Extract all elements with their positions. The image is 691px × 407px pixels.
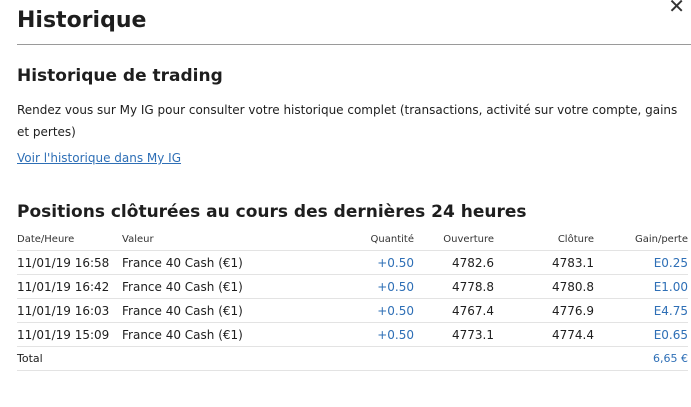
closed-positions-table: Date/Heure Valeur Quantité Ouverture Clô…: [17, 228, 688, 371]
panel-title: Historique: [17, 8, 147, 33]
cell-quantity: +0.50: [332, 298, 414, 323]
column-header-value: Valeur: [122, 233, 154, 245]
cell-profit-loss: E4.75: [594, 298, 688, 323]
cell-open: 4767.4: [414, 298, 494, 323]
cell-profit-loss: E0.25: [594, 250, 688, 275]
cell-quantity: +0.50: [332, 250, 414, 275]
total-label: Total: [17, 346, 122, 371]
column-header-profit-loss: Gain/perte: [634, 233, 688, 245]
table-row: 11/01/19 15:09 France 40 Cash (€1) +0.50…: [17, 322, 688, 347]
my-ig-history-link[interactable]: Voir l'historique dans My IG: [17, 151, 181, 165]
cell-value: France 40 Cash (€1): [122, 298, 332, 323]
cell-open: 4778.8: [414, 274, 494, 299]
closed-positions-title: Positions clôturées au cours des dernièr…: [17, 202, 527, 222]
column-header-open: Ouverture: [443, 233, 494, 245]
cell-close: 4776.9: [494, 298, 594, 323]
table-header-row: Date/Heure Valeur Quantité Ouverture Clô…: [17, 228, 688, 251]
cell-close: 4780.8: [494, 274, 594, 299]
table-row: 11/01/19 16:58 France 40 Cash (€1) +0.50…: [17, 250, 688, 275]
total-row: Total 6,65 €: [17, 346, 688, 371]
table-row: 11/01/19 16:03 France 40 Cash (€1) +0.50…: [17, 298, 688, 323]
cell-profit-loss: E0.65: [594, 322, 688, 347]
cell-date: 11/01/19 16:42: [17, 274, 122, 299]
cell-date: 11/01/19 16:03: [17, 298, 122, 323]
cell-open: 4782.6: [414, 250, 494, 275]
cell-date: 11/01/19 15:09: [17, 322, 122, 347]
cell-quantity: +0.50: [332, 322, 414, 347]
cell-profit-loss: E1.00: [594, 274, 688, 299]
cell-value: France 40 Cash (€1): [122, 250, 332, 275]
trading-history-title: Historique de trading: [17, 66, 223, 86]
cell-value: France 40 Cash (€1): [122, 322, 332, 347]
panel-header: Historique ✕: [17, 0, 691, 45]
cell-date: 11/01/19 16:58: [17, 250, 122, 275]
column-header-date: Date/Heure: [17, 233, 75, 245]
total-value: 6,65 €: [594, 346, 688, 371]
column-header-close: Clôture: [557, 233, 594, 245]
trading-history-description: Rendez vous sur My IG pour consulter vot…: [17, 103, 678, 139]
cell-quantity: +0.50: [332, 274, 414, 299]
cell-close: 4774.4: [494, 322, 594, 347]
cell-open: 4773.1: [414, 322, 494, 347]
cell-value: France 40 Cash (€1): [122, 274, 332, 299]
table-row: 11/01/19 16:42 France 40 Cash (€1) +0.50…: [17, 274, 688, 299]
column-header-quantity: Quantité: [370, 233, 414, 245]
cell-close: 4783.1: [494, 250, 594, 275]
close-icon[interactable]: ✕: [668, 0, 685, 16]
